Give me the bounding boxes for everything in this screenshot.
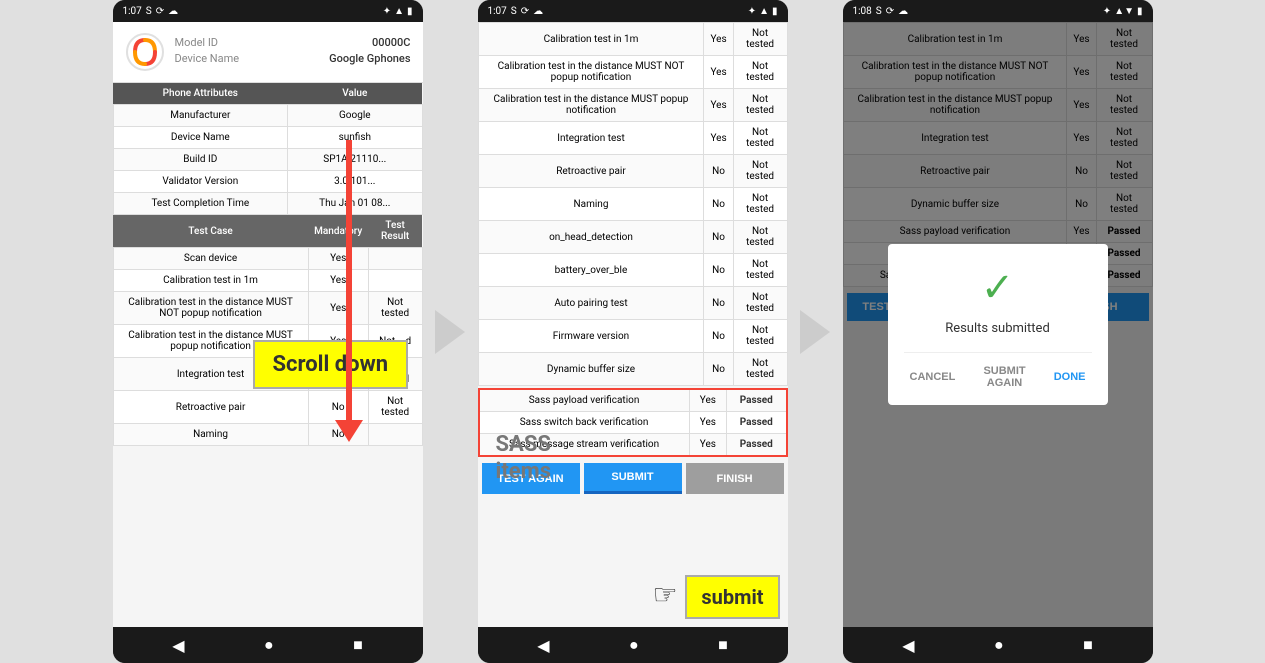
results-dialog-overlay: ✓ Results submitted CANCEL SUBMIT AGAIN … <box>843 22 1153 627</box>
dialog-submit-again-button[interactable]: SUBMIT AGAIN <box>961 361 1047 393</box>
table-row: Calibration test in the distance MUST po… <box>478 89 787 122</box>
status-bar-3: 1:08 S ⟳ ☁ ✦ ▲▼ ▮ <box>843 0 1153 22</box>
table-row: Test Completion TimeThu Jan 01 08... <box>113 193 422 215</box>
dialog-cancel-button[interactable]: CANCEL <box>904 361 962 393</box>
time-2: 1:07 <box>488 6 507 17</box>
table-row: Calibration test in the distance MUST NO… <box>113 292 422 325</box>
device-name-label: Device Name <box>175 52 240 65</box>
table-row: Retroactive pairNoNot tested <box>113 391 422 424</box>
table-row: battery_over_bleNoNot tested <box>478 254 787 287</box>
time-3: 1:08 <box>853 6 872 17</box>
dialog-done-button[interactable]: DONE <box>1048 361 1092 393</box>
table-row: Validator Version3.0.101... <box>113 171 422 193</box>
scroll-down-annotation: Scroll down <box>253 340 409 389</box>
test-table-2: Calibration test in 1mYesNot tested Cali… <box>478 22 788 386</box>
arrow-1 <box>423 0 478 663</box>
device-card: Model ID 00000C Device Name Google Gphon… <box>113 22 423 83</box>
table-row: Device Namesunfish <box>113 127 422 149</box>
phone-1-content: Model ID 00000C Device Name Google Gphon… <box>113 22 423 627</box>
right-arrow-icon-2 <box>800 310 830 354</box>
phone-1: 1:07 S ⟳ ☁ ✦ ▲ ▮ <box>113 0 423 663</box>
dialog-buttons: CANCEL SUBMIT AGAIN DONE <box>904 352 1092 393</box>
value-col-header: Value <box>288 83 422 105</box>
attr-col-header: Phone Attributes <box>113 83 288 105</box>
signal-icon-2: S <box>511 6 517 17</box>
submit-button-2[interactable]: SUBMIT <box>584 463 682 494</box>
battery-icon-3: ▮ <box>1137 6 1143 17</box>
cloud-icon-2: ☁ <box>533 6 543 17</box>
test-table-1: Test Case Mandatory Test Result Scan dev… <box>113 215 423 446</box>
phone-2: 1:07 S ⟳ ☁ ✦ ▲ ▮ Calibration test in 1mY… <box>478 0 788 663</box>
table-row: Build IDSP1A.21110... <box>113 149 422 171</box>
home-btn-2[interactable]: ● <box>621 631 647 659</box>
bt-icon-1: ✦ <box>383 6 391 17</box>
back-btn-1[interactable]: ◀ <box>164 632 192 659</box>
phone-3: 1:08 S ⟳ ☁ ✦ ▲▼ ▮ Calibration test in 1m… <box>843 0 1153 663</box>
table-row: Sass switch back verificationYesPassed <box>479 412 787 434</box>
table-row: Calibration test in 1mYes <box>113 270 422 292</box>
wifi-icon-2: ▲ <box>759 6 769 17</box>
home-btn-3[interactable]: ● <box>986 631 1012 659</box>
table-row: Integration testYesNot tested <box>478 122 787 155</box>
sync-icon-2: ⟳ <box>521 6 529 17</box>
table-row: Calibration test in 1mYesNot tested <box>478 23 787 56</box>
sass-annotation: SASSitems <box>496 432 552 485</box>
finish-button-2[interactable]: FINISH <box>686 463 784 494</box>
recents-btn-1[interactable]: ■ <box>345 631 371 659</box>
sync-icon-3: ⟳ <box>886 6 894 17</box>
test-result-header: Test Result <box>368 215 422 248</box>
device-info: Model ID 00000C Device Name Google Gphon… <box>175 36 411 68</box>
table-row: Dynamic buffer sizeNoNot tested <box>478 353 787 386</box>
table-row: on_head_detectionNoNot tested <box>478 221 787 254</box>
scroll-arrow <box>335 140 363 442</box>
wifi-icon-3: ▲▼ <box>1114 6 1134 17</box>
nav-bar-2: ◀ ● ■ <box>478 627 788 663</box>
home-btn-1[interactable]: ● <box>256 631 282 659</box>
model-id-label: Model ID <box>175 36 219 49</box>
status-bar-2: 1:07 S ⟳ ☁ ✦ ▲ ▮ <box>478 0 788 22</box>
battery-icon-2: ▮ <box>772 6 778 17</box>
cloud-icon-1: ☁ <box>168 6 178 17</box>
cloud-icon-3: ☁ <box>898 6 908 17</box>
sync-icon-1: ⟳ <box>156 6 164 17</box>
submit-annotation: submit <box>685 575 779 619</box>
table-row: Calibration test in the distance MUST NO… <box>478 56 787 89</box>
phone-3-content: Calibration test in 1mYesNot tested Cali… <box>843 22 1153 627</box>
signal-icon-1: S <box>146 6 152 17</box>
table-row: Retroactive pairNoNot tested <box>478 155 787 188</box>
table-row: ManufacturerGoogle <box>113 105 422 127</box>
back-btn-2[interactable]: ◀ <box>529 632 557 659</box>
status-bar-1: 1:07 S ⟳ ☁ ✦ ▲ ▮ <box>113 0 423 22</box>
device-name-value: Google Gphones <box>329 52 410 65</box>
results-dialog: ✓ Results submitted CANCEL SUBMIT AGAIN … <box>888 244 1108 405</box>
cursor-icon: ☞ <box>653 578 678 611</box>
bt-icon-3: ✦ <box>1103 6 1111 17</box>
table-row: NamingNo <box>113 424 422 446</box>
model-id-value: 00000C <box>372 36 410 49</box>
table-row: NamingNoNot tested <box>478 188 787 221</box>
attr-table: Phone Attributes Value ManufacturerGoogl… <box>113 83 423 215</box>
wifi-icon-1: ▲ <box>394 6 404 17</box>
table-row: Auto pairing testNoNot tested <box>478 287 787 320</box>
recents-btn-3[interactable]: ■ <box>1075 631 1101 659</box>
dialog-message: Results submitted <box>904 321 1092 336</box>
phone-2-content: Calibration test in 1mYesNot tested Cali… <box>478 22 788 627</box>
signal-icon-3: S <box>876 6 882 17</box>
right-arrow-icon-1 <box>435 310 465 354</box>
arrow-2 <box>788 0 843 663</box>
battery-icon-1: ▮ <box>407 6 413 17</box>
back-btn-3[interactable]: ◀ <box>894 632 922 659</box>
nav-bar-3: ◀ ● ■ <box>843 627 1153 663</box>
time-1: 1:07 <box>123 6 142 17</box>
bt-icon-2: ✦ <box>748 6 756 17</box>
table-row: Sass payload verificationYesPassed <box>479 389 787 412</box>
table-row: Scan deviceYes <box>113 248 422 270</box>
device-logo <box>125 32 165 72</box>
nav-bar-1: ◀ ● ■ <box>113 627 423 663</box>
test-case-header: Test Case <box>113 215 308 248</box>
checkmark-icon: ✓ <box>904 264 1092 311</box>
recents-btn-2[interactable]: ■ <box>710 631 736 659</box>
table-row: Firmware versionNoNot tested <box>478 320 787 353</box>
